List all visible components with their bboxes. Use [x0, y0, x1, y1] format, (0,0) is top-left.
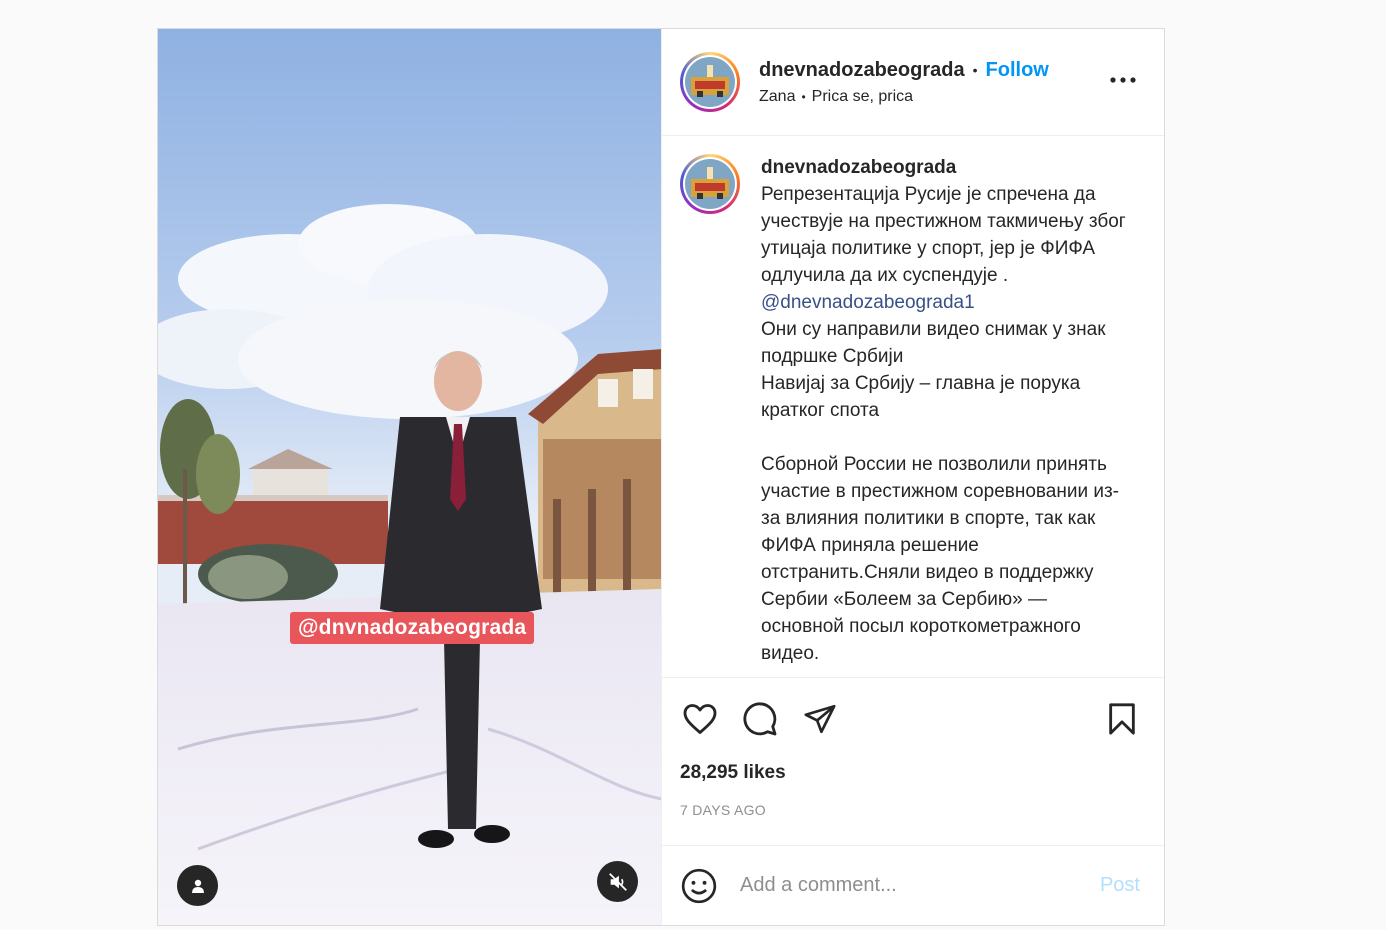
add-comment-section: Post — [662, 845, 1164, 925]
comment-button[interactable] — [740, 699, 780, 739]
avatar[interactable] — [680, 52, 740, 112]
caption: dnevnadozabeograda Репрезентација Русије… — [761, 154, 1131, 677]
caption-username[interactable]: dnevnadozabeograda — [761, 154, 1131, 181]
post-header: dnevnadozabeograda • Follow Zana • Prica… — [662, 29, 1164, 136]
post-comment-button[interactable]: Post — [1100, 874, 1140, 897]
comment-icon — [743, 702, 777, 736]
header-username[interactable]: dnevnadozabeograda — [759, 59, 965, 82]
audio-track[interactable]: Prica se, prica — [812, 88, 913, 106]
tagged-users-button[interactable] — [177, 865, 218, 906]
more-horizontal-icon — [1110, 77, 1136, 83]
post-details-panel: dnevnadozabeograda • Follow Zana • Prica… — [661, 29, 1164, 925]
caption-avatar[interactable] — [680, 154, 740, 214]
heart-icon — [683, 704, 717, 734]
audio-info[interactable]: Zana • Prica se, prica — [759, 88, 1049, 106]
post-video[interactable]: @dnvnadozabeograda — [158, 29, 661, 925]
caption-text-part2: Они су направили видео снимак у знак под… — [761, 319, 1120, 664]
share-button[interactable] — [800, 699, 840, 739]
post-timestamp[interactable]: 7 DAYS AGO — [680, 802, 1146, 818]
send-icon — [804, 704, 836, 734]
more-options-button[interactable] — [1110, 71, 1136, 89]
video-frame — [158, 29, 661, 925]
likes-count[interactable]: 28,295 likes — [680, 762, 1146, 784]
action-bar — [680, 678, 1146, 760]
audio-muted-icon — [608, 872, 627, 891]
caption-text-part1: Репрезентација Русије је спречена да уче… — [761, 184, 1131, 286]
caption-text: Репрезентација Русије је спречена да уче… — [761, 181, 1131, 667]
profile-picture — [685, 159, 735, 209]
audio-artist[interactable]: Zana — [759, 88, 795, 106]
header-separator: • — [972, 62, 978, 78]
mute-toggle-button[interactable] — [597, 861, 638, 902]
comment-input[interactable] — [740, 874, 1100, 897]
like-button[interactable] — [680, 699, 720, 739]
profile-picture — [685, 57, 735, 107]
caption-area: dnevnadozabeograda Репрезентација Русије… — [662, 136, 1164, 677]
smile-icon[interactable] — [680, 867, 718, 905]
user-tag-icon — [191, 879, 204, 893]
video-watermark: @dnvnadozabeograda — [290, 612, 535, 644]
follow-button[interactable]: Follow — [986, 59, 1049, 82]
post-actions-section: 28,295 likes 7 DAYS AGO — [662, 677, 1164, 845]
caption-mention-link[interactable]: @dnevnadozabeograda1 — [761, 292, 975, 313]
instagram-post: @dnvnadozabeograda dnevnadozabeograda • … — [157, 28, 1165, 926]
bookmark-icon — [1109, 703, 1135, 735]
save-button[interactable] — [1102, 699, 1142, 739]
audio-separator: • — [801, 89, 806, 104]
